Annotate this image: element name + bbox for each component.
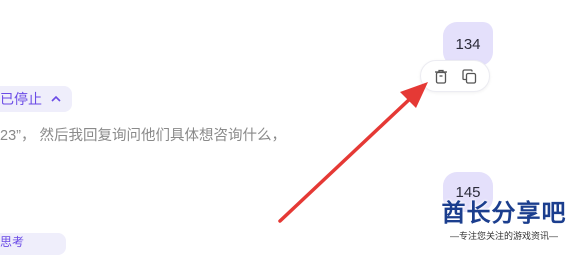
user-message-text: 134	[455, 35, 481, 53]
copy-icon	[462, 68, 476, 84]
chevron-up-icon	[51, 95, 61, 102]
thinking-label: 思考	[0, 235, 25, 249]
watermark-subtitle: —专注您关注的游戏资讯—	[445, 229, 562, 242]
site-watermark: 酋长分享吧 —专注您关注的游戏资讯—	[424, 194, 584, 244]
delete-button[interactable]	[432, 67, 450, 85]
copy-button[interactable]	[460, 67, 478, 85]
stopped-status-toggle[interactable]: 已停止	[0, 86, 72, 112]
status-label: 已停止	[0, 91, 42, 107]
trash-icon	[434, 69, 447, 84]
assistant-reply-text: 23”， 然后我回复询问他们具体想咨询什么，	[0, 128, 286, 144]
arrow-shaft	[278, 94, 415, 223]
message-actions-toolbar	[420, 60, 490, 92]
watermark-title: 酋长分享吧	[441, 199, 567, 227]
thinking-status-chip[interactable]: 思考	[0, 233, 66, 255]
